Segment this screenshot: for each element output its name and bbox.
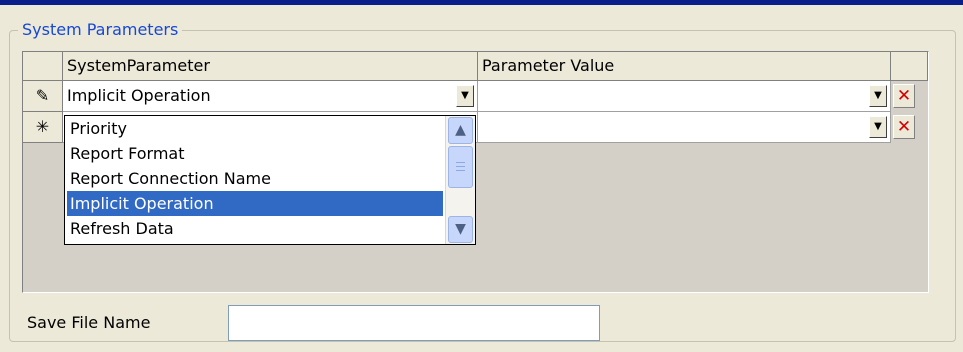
parameter-dropdown-list[interactable]: Priority Report Format Report Connection… [64, 115, 476, 245]
column-header-system-parameter[interactable]: SystemParameter [63, 52, 478, 81]
delete-row-button[interactable]: ✕ [893, 84, 915, 108]
system-parameter-value: Implicit Operation [67, 86, 211, 105]
top-accent-bar [0, 0, 963, 5]
group-title: System Parameters [18, 19, 183, 41]
chevron-down-icon: ▼ [461, 90, 469, 101]
chevron-down-icon: ▼ [874, 90, 882, 101]
dropdown-button[interactable]: ▼ [456, 85, 474, 107]
parameter-value-cell[interactable]: ▼ [478, 81, 891, 112]
row-selector[interactable]: ✳ [23, 112, 63, 143]
delete-row-button[interactable]: ✕ [893, 115, 915, 139]
dropdown-option[interactable]: Priority [67, 116, 443, 141]
dropdown-option[interactable]: Report Format [67, 141, 443, 166]
close-icon: ✕ [896, 86, 912, 106]
header-corner [23, 52, 63, 81]
dropdown-option[interactable]: Refresh Data [67, 216, 443, 241]
chevron-down-icon: ▼ [874, 121, 882, 132]
close-icon: ✕ [896, 117, 912, 137]
scroll-down-button[interactable]: ▼ [448, 216, 473, 243]
dropdown-scrollbar[interactable]: ▲ ▼ [445, 116, 475, 244]
row-selector[interactable]: ✎ [23, 81, 63, 112]
chevron-down-icon: ▼ [455, 221, 466, 237]
dropdown-button[interactable]: ▼ [869, 85, 887, 107]
scroll-up-button[interactable]: ▲ [448, 117, 473, 144]
dropdown-option-selected[interactable]: Implicit Operation [67, 191, 443, 216]
scroll-thumb[interactable] [448, 146, 473, 188]
asterisk-icon: ✳ [35, 117, 50, 136]
grip-line [456, 162, 465, 163]
table-row[interactable]: Implicit Operation ▼ [63, 81, 478, 112]
column-header-parameter-value[interactable]: Parameter Value [478, 52, 891, 81]
column-header-delete [891, 52, 928, 81]
grip-line [456, 166, 465, 167]
dropdown-option[interactable]: Report Connection Name [67, 166, 443, 191]
pencil-icon: ✎ [35, 86, 50, 105]
chevron-up-icon: ▲ [455, 122, 466, 138]
save-file-name-label: Save File Name [27, 313, 151, 332]
dropdown-button[interactable]: ▼ [869, 116, 887, 138]
grip-line [456, 170, 465, 171]
parameter-value-cell[interactable]: ▼ [478, 112, 891, 143]
save-file-name-input[interactable] [228, 305, 600, 341]
